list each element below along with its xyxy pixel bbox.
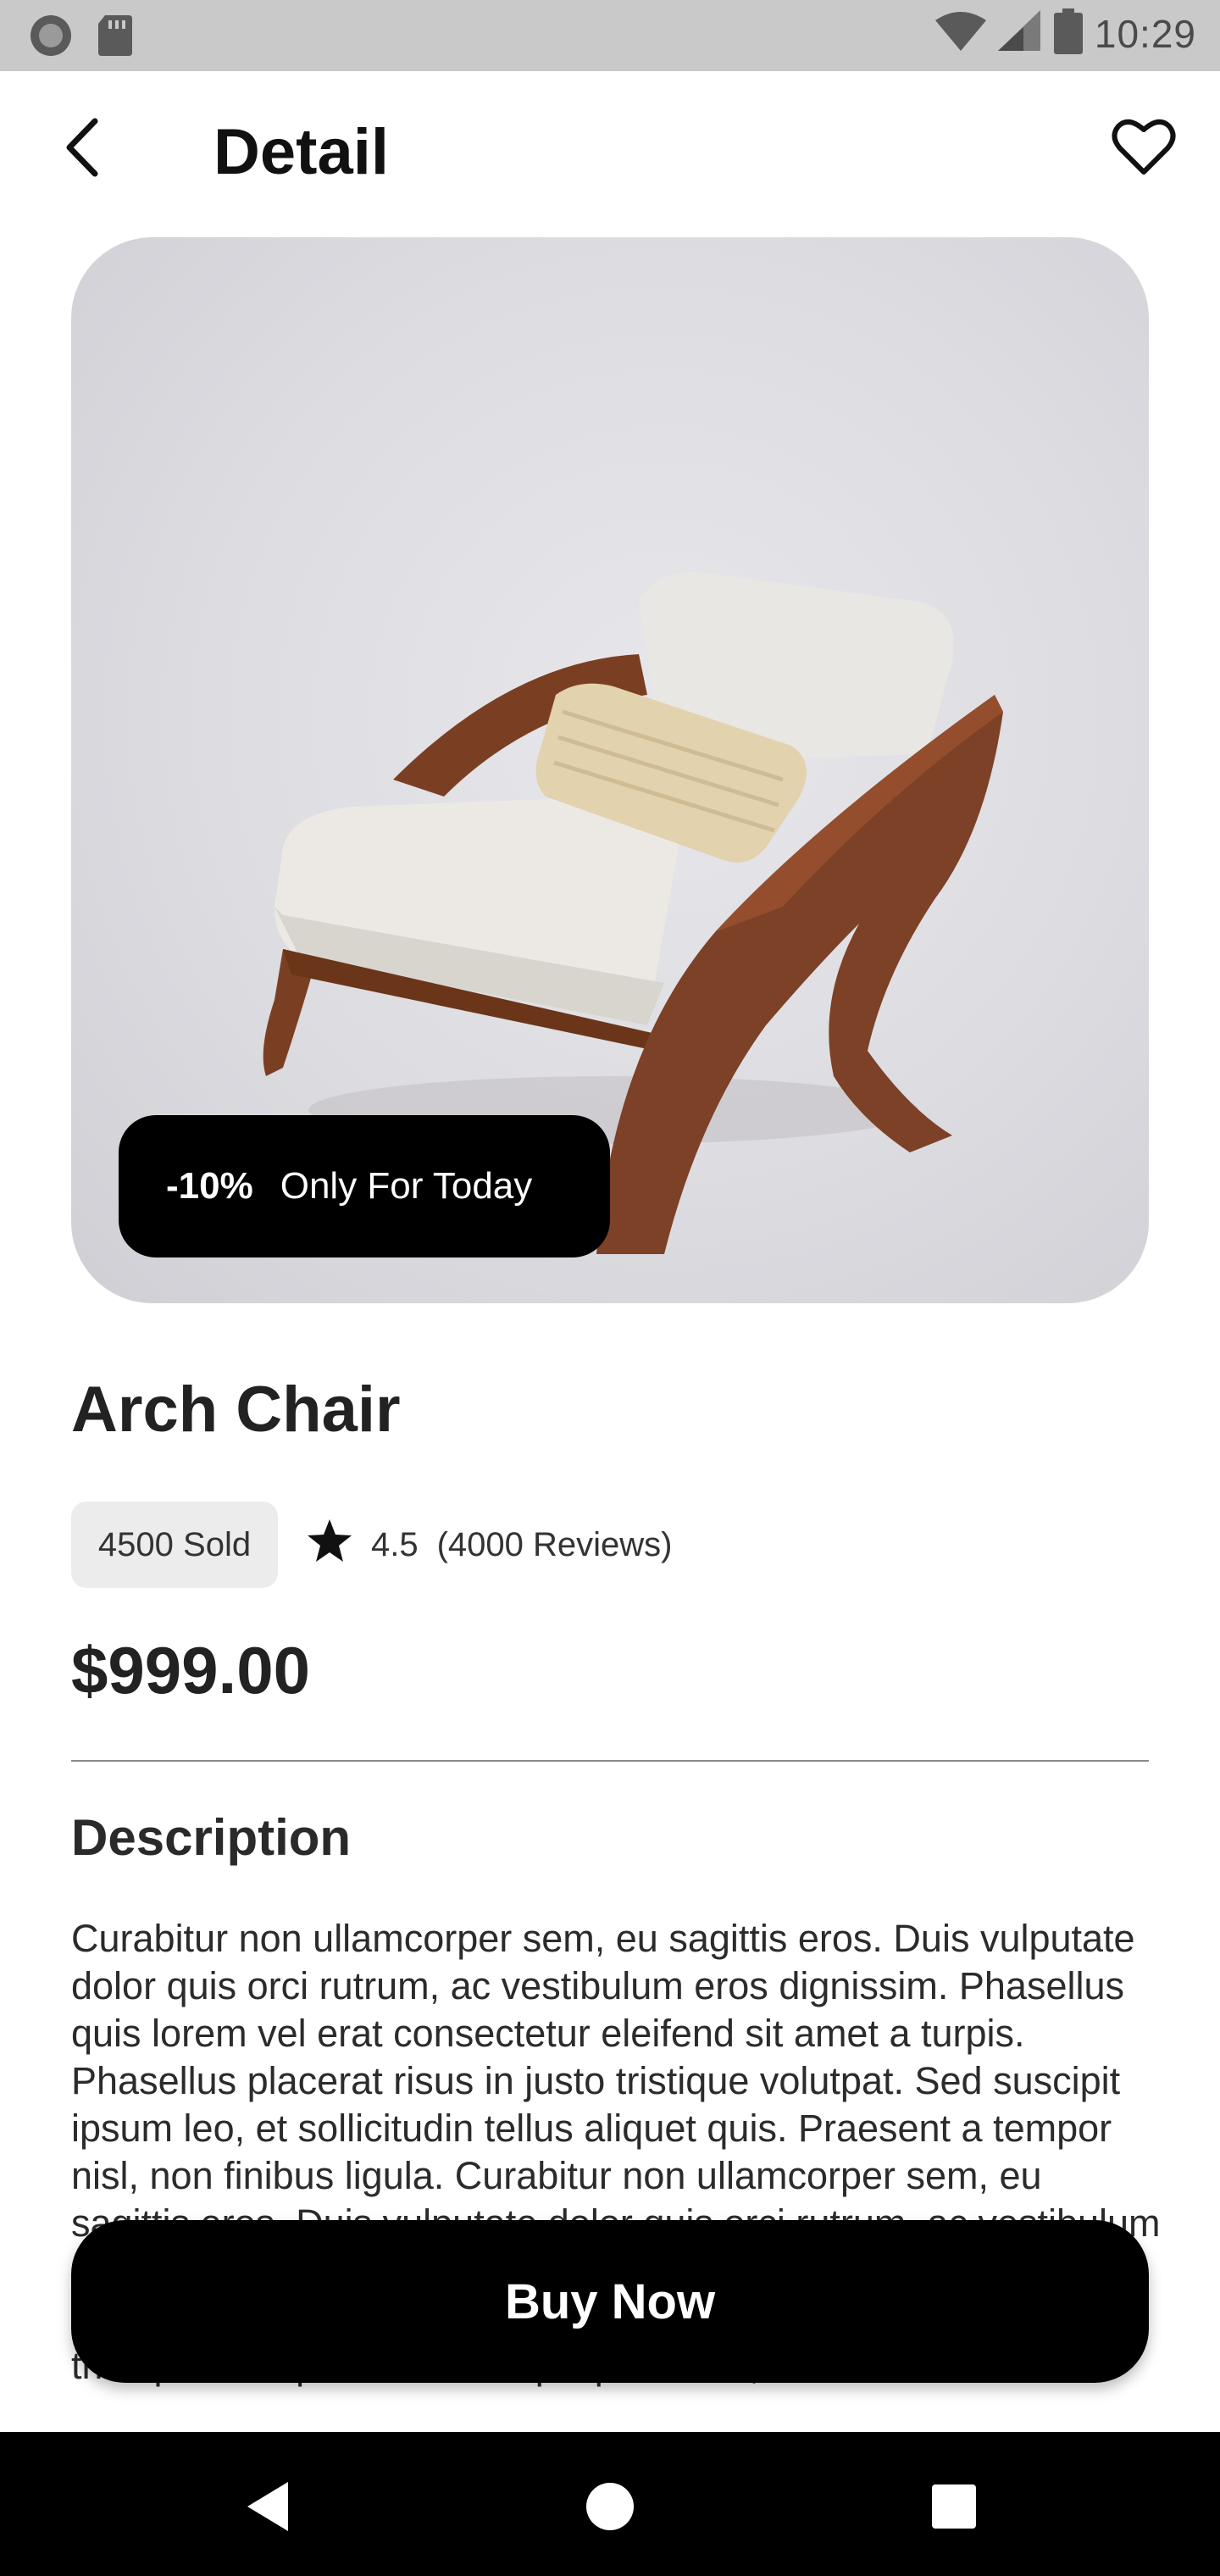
review-count[interactable]: (4000 Reviews) [437,1526,673,1564]
battery-icon [1053,8,1083,58]
product-price: $999.00 [71,1633,310,1707]
status-left [29,14,132,62]
nav-home-icon [585,2481,635,2536]
page-title: Detail [214,116,389,188]
status-right: 10:29 [934,8,1196,58]
system-nav-bar [0,2432,1220,2576]
buy-now-button[interactable]: Buy Now [71,2220,1149,2383]
status-bar: 10:29 [0,0,1220,71]
promo-badge: -10% Only For Today [119,1115,610,1257]
sold-count-chip: 4500 Sold [71,1502,278,1588]
chevron-left-icon [58,118,108,181]
heart-outline-icon [1112,118,1176,181]
nav-recents-button[interactable] [920,2474,988,2542]
description-heading: Description [71,1809,352,1866]
signal-icon [997,10,1042,57]
favorite-button[interactable] [1106,112,1181,186]
top-app-bar: Detail [0,71,1220,237]
nav-back-icon [242,2480,293,2537]
product-name: Arch Chair [71,1374,401,1446]
wifi-icon [934,10,986,57]
status-time: 10:29 [1094,11,1196,56]
nav-home-button[interactable] [576,2474,644,2542]
record-icon [29,14,73,62]
nav-back-button[interactable] [234,2474,302,2542]
promo-text: Only For Today [280,1165,533,1207]
back-button[interactable] [47,114,119,185]
rating-value: 4.5 [371,1525,419,1563]
sd-card-icon [98,15,132,60]
nav-recents-icon [931,2484,977,2534]
section-divider [71,1760,1149,1762]
rating-row: 4.5 (4000 Reviews) [307,1502,673,1588]
promo-percent: -10% [166,1165,253,1207]
star-icon [307,1518,352,1571]
